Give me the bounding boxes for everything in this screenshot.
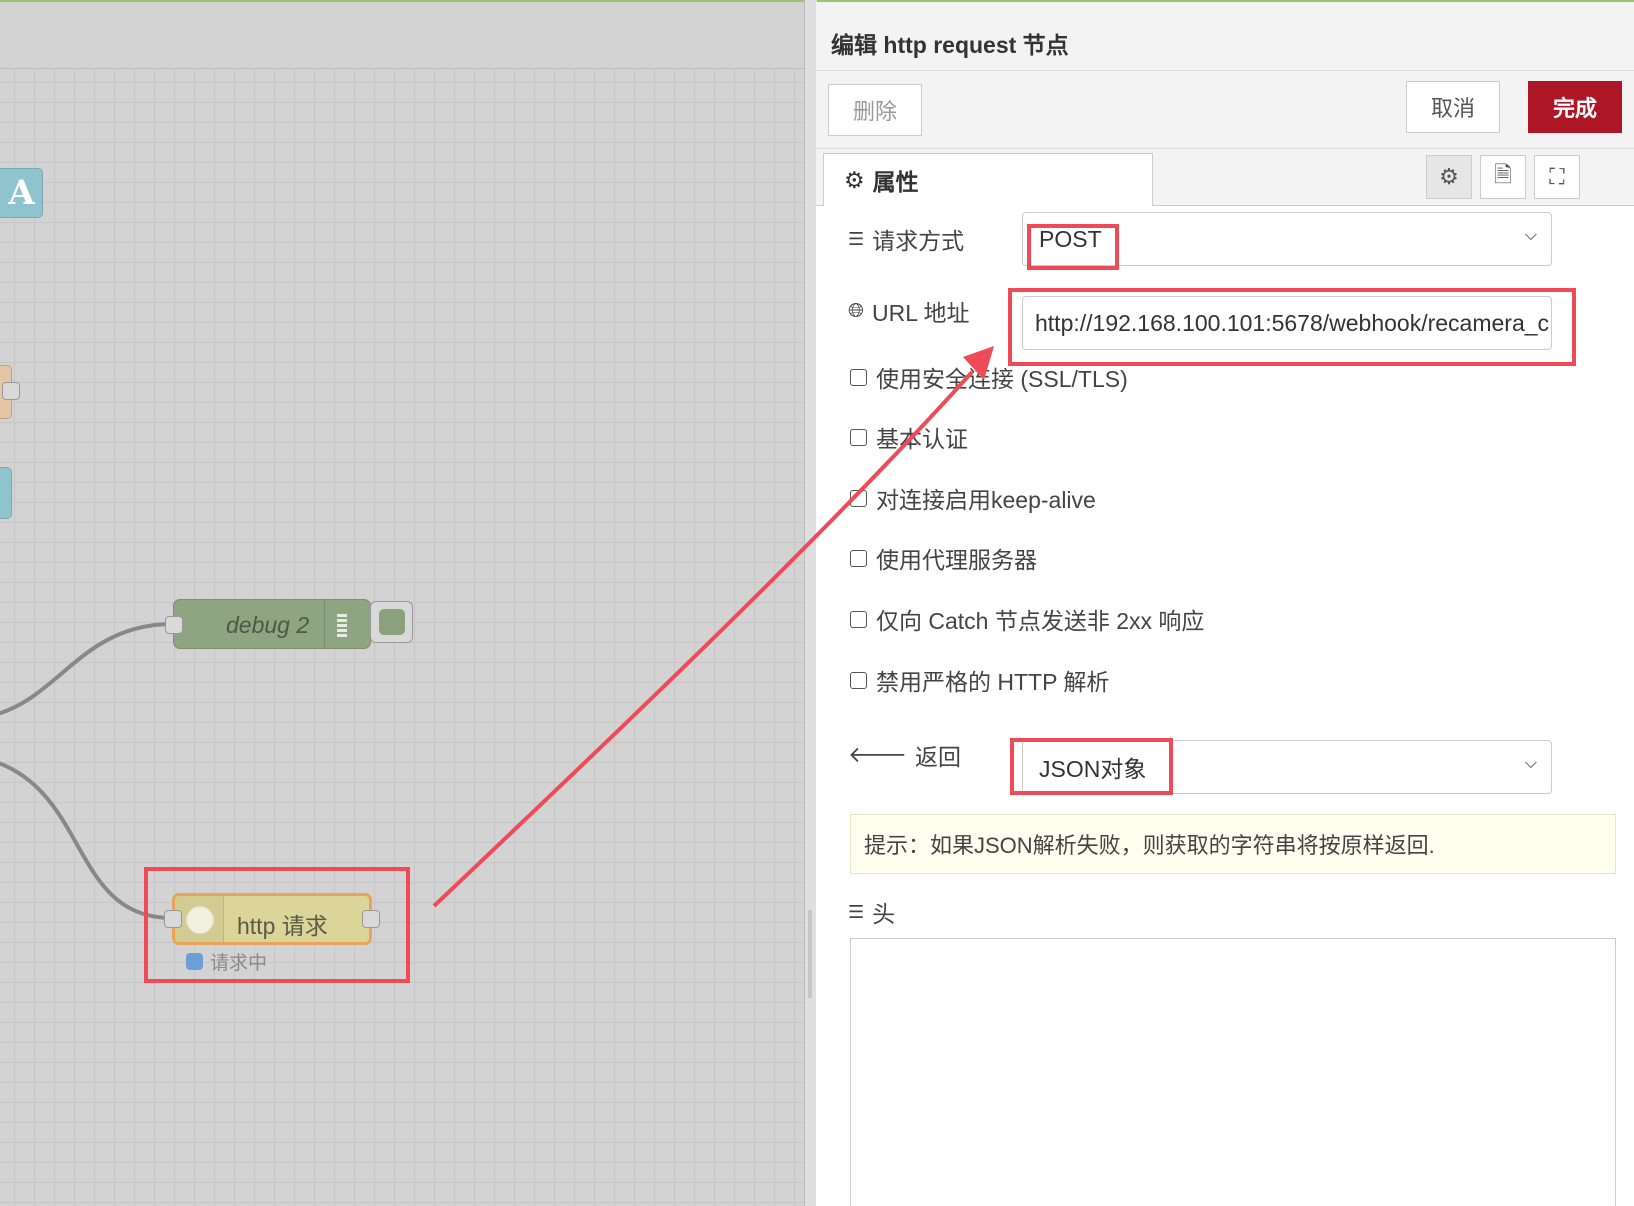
node-editor-panel: 编辑 http request 节点 删除 取消 完成 ⚙ 属性 ⚙ 🗎 ⛶ ☰… <box>816 2 1634 1206</box>
headers-label: ☰ 头 <box>848 895 895 929</box>
http-node-label: http 请求 <box>237 913 328 939</box>
url-label-text: URL 地址 <box>872 300 970 326</box>
chevron-down-icon: ⌵ <box>1524 227 1537 244</box>
checkbox-basic-auth[interactable]: 基本认证 <box>850 420 968 454</box>
return-label: 🡐 返回 <box>848 738 961 772</box>
editor-tabs: ⚙ 属性 ⚙ 🗎 ⛶ <box>816 149 1634 206</box>
headers-list[interactable] <box>850 938 1616 1206</box>
http-request-node[interactable]: http 请求 <box>172 893 372 945</box>
method-label-text: 请求方式 <box>872 228 965 254</box>
editor-toolbar: 删除 取消 完成 <box>816 71 1634 149</box>
frame-icon: ⛶ <box>1549 164 1565 189</box>
checkbox-insecure-http[interactable]: 禁用严格的 HTTP 解析 <box>850 663 1109 697</box>
tab-properties-label: 属性 <box>872 169 919 195</box>
arrow-left-icon: 🡐 <box>848 742 907 767</box>
http-node-icon-area <box>175 896 224 942</box>
json-parse-tip: 提示：如果JSON解析失败，则获取的字符串将按原样返回. <box>850 814 1616 874</box>
list-icon: ☰ <box>848 901 865 922</box>
method-select[interactable]: POST ⌵ <box>1022 212 1552 266</box>
http-node-output-port[interactable] <box>362 910 380 928</box>
document-icon: 🗎 <box>1494 162 1512 187</box>
tab-settings-gear[interactable]: ⚙ <box>1426 155 1472 199</box>
gear-icon: ⚙ <box>1439 164 1459 189</box>
tab-description[interactable]: 🗎 <box>1480 155 1526 199</box>
globe-icon: 🌐︎ <box>848 299 864 322</box>
checkbox-ssl-box[interactable] <box>850 368 867 386</box>
http-node-status-text: 请求中 <box>210 953 268 974</box>
debug-node[interactable]: debug 2 ▬ ▬ ▬ ▬ ▬ <box>173 599 371 649</box>
gear-icon: ⚙ <box>844 166 865 193</box>
url-label: 🌐︎ URL 地址 <box>848 294 970 328</box>
checkbox-ssl[interactable]: 使用安全连接 (SSL/TLS) <box>850 360 1128 394</box>
editor-title: 编辑 http request 节点 <box>831 32 1069 58</box>
checkbox-proxy-box[interactable] <box>850 549 867 567</box>
cancel-button[interactable]: 取消 <box>1406 81 1500 133</box>
debug-toggle-indicator <box>379 609 405 635</box>
splitter-grip[interactable] <box>808 910 812 998</box>
checkbox-catch-non2xx-label: 仅向 Catch 节点发送非 2xx 响应 <box>876 608 1205 634</box>
checkbox-keep-alive-box[interactable] <box>850 489 867 507</box>
debug-node-input-port[interactable] <box>165 616 183 634</box>
debug-node-divider <box>324 600 325 648</box>
node-a-label: A <box>8 173 35 213</box>
workspace-tab-bar <box>0 2 804 69</box>
method-label: ☰ 请求方式 <box>848 222 964 256</box>
checkbox-ssl-label: 使用安全连接 (SSL/TLS) <box>876 366 1128 392</box>
checkbox-basic-auth-box[interactable] <box>850 428 867 446</box>
delete-button[interactable]: 删除 <box>828 84 922 136</box>
http-node-status: 请求中 <box>186 948 267 975</box>
globe-icon <box>186 906 214 934</box>
checkbox-proxy[interactable]: 使用代理服务器 <box>850 541 1037 575</box>
method-value: POST <box>1039 225 1102 252</box>
return-value: JSON对象 <box>1039 756 1147 782</box>
checkbox-basic-auth-label: 基本认证 <box>876 426 968 452</box>
checkbox-keep-alive[interactable]: 对连接启用keep-alive <box>850 481 1096 515</box>
status-dot-icon <box>186 953 203 970</box>
url-input[interactable]: http://192.168.100.101:5678/webhook/reca… <box>1022 296 1552 350</box>
tab-properties[interactable]: ⚙ 属性 <box>823 153 1153 206</box>
list-lines-icon: ▬ ▬ ▬ ▬ ▬ <box>337 609 347 640</box>
checkbox-proxy-label: 使用代理服务器 <box>876 547 1037 573</box>
return-select[interactable]: JSON对象 ⌵ <box>1022 740 1552 794</box>
editor-header: 编辑 http request 节点 <box>816 2 1634 71</box>
json-parse-tip-text: 提示：如果JSON解析失败，则获取的字符串将按原样返回. <box>864 833 1435 858</box>
tab-appearance[interactable]: ⛶ <box>1534 155 1580 199</box>
checkbox-keep-alive-label: 对连接启用keep-alive <box>876 487 1096 513</box>
checkbox-insecure-http-label: 禁用严格的 HTTP 解析 <box>876 669 1110 695</box>
return-label-text: 返回 <box>915 744 961 770</box>
chevron-down-icon: ⌵ <box>1524 755 1537 772</box>
list-bars-icon: ☰ <box>848 228 865 249</box>
checkbox-catch-non2xx[interactable]: 仅向 Catch 节点发送非 2xx 响应 <box>850 602 1204 636</box>
debug-toggle-button[interactable] <box>370 601 413 643</box>
done-button[interactable]: 完成 <box>1528 81 1622 133</box>
node-output-port[interactable] <box>2 382 20 400</box>
http-node-input-port[interactable] <box>164 910 182 928</box>
checkbox-catch-non2xx-box[interactable] <box>850 610 867 628</box>
url-value: http://192.168.100.101:5678/webhook/reca… <box>1035 309 1550 336</box>
flow-node-a[interactable]: A <box>0 168 43 218</box>
headers-label-text: 头 <box>872 901 896 927</box>
checkbox-insecure-http-box[interactable] <box>850 671 867 689</box>
flow-node-partial-teal[interactable] <box>0 467 12 519</box>
debug-node-label: debug 2 <box>226 612 310 638</box>
